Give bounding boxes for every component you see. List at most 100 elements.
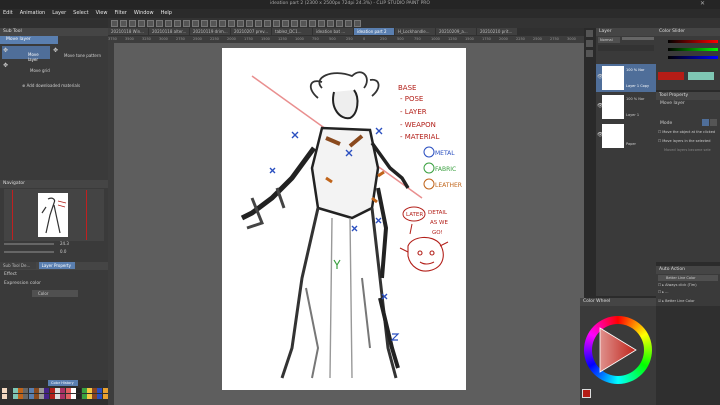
expression-color-select[interactable]: Color: [32, 290, 78, 297]
command-icon[interactable]: [309, 20, 316, 27]
menu-layer[interactable]: Layer: [52, 9, 66, 18]
color-history-swatch[interactable]: [23, 388, 29, 393]
saturation-triangle[interactable]: [596, 326, 640, 374]
r-slider[interactable]: [668, 40, 718, 43]
command-icon[interactable]: [345, 20, 352, 27]
command-icon[interactable]: [327, 20, 334, 27]
hue-ring[interactable]: [584, 316, 652, 384]
color-history-swatch[interactable]: [39, 388, 45, 393]
color-history-swatch[interactable]: [7, 394, 13, 399]
menu-animation[interactable]: Animation: [20, 9, 46, 18]
mode-button-2[interactable]: [710, 119, 717, 126]
command-icon[interactable]: [120, 20, 127, 27]
color-history-swatch[interactable]: [7, 388, 13, 393]
color-history-swatch[interactable]: [23, 394, 29, 399]
document-tab[interactable]: 20210118 Win...: [108, 28, 148, 35]
navigator-preview[interactable]: [4, 189, 104, 241]
action-item-better-line[interactable]: ☑ ▸ Better Line Color: [656, 298, 720, 306]
color-history-tab[interactable]: Color History: [48, 380, 78, 386]
command-icon[interactable]: [156, 20, 163, 27]
layer-row[interactable]: 👁 Paper: [596, 122, 656, 150]
command-icon[interactable]: [273, 20, 280, 27]
command-icon[interactable]: [264, 20, 271, 27]
menu-help[interactable]: Help: [161, 9, 172, 18]
rotate-slider[interactable]: [4, 251, 54, 253]
color-history-swatch[interactable]: [28, 388, 34, 393]
color-history-swatch[interactable]: [28, 394, 34, 399]
color-history-swatch[interactable]: [12, 388, 18, 393]
menu-select[interactable]: Select: [73, 9, 88, 18]
color-history-swatch[interactable]: [81, 394, 87, 399]
color-history-swatch[interactable]: [97, 394, 103, 399]
material-panel-icon[interactable]: [586, 50, 593, 57]
add-materials-link[interactable]: ⊕ Add downloaded materials: [22, 83, 80, 88]
command-icon[interactable]: [111, 20, 118, 27]
command-icon[interactable]: [192, 20, 199, 27]
tool-move-grid[interactable]: ✥ Move grid: [2, 61, 50, 74]
command-icon[interactable]: [282, 20, 289, 27]
color-history-swatch[interactable]: [76, 388, 82, 393]
rotate-value[interactable]: 0.0: [60, 249, 66, 254]
color-history-swatch[interactable]: [39, 394, 45, 399]
action-item[interactable]: ☐ ▸ ...: [658, 290, 668, 294]
command-icon[interactable]: [246, 20, 253, 27]
zoom-slider[interactable]: [4, 243, 54, 245]
tab-sub-tool-detail[interactable]: Sub Tool De...: [0, 262, 36, 269]
command-icon[interactable]: [237, 20, 244, 27]
menu-filter[interactable]: Filter: [114, 9, 126, 18]
color-history-swatch[interactable]: [70, 394, 76, 399]
command-icon[interactable]: [201, 20, 208, 27]
color-history-swatch[interactable]: [86, 394, 92, 399]
tool-move-tone-pattern[interactable]: ✥ Move tone pattern: [52, 46, 106, 59]
menu-view[interactable]: View: [96, 9, 108, 18]
color-history-swatch[interactable]: [65, 388, 71, 393]
command-icon[interactable]: [219, 20, 226, 27]
color-history-swatch[interactable]: [2, 394, 7, 399]
command-icon[interactable]: [300, 20, 307, 27]
color-history-swatch[interactable]: [44, 394, 50, 399]
color-history-swatch[interactable]: [81, 388, 87, 393]
command-icon[interactable]: [147, 20, 154, 27]
command-icon[interactable]: [129, 20, 136, 27]
current-color-chip[interactable]: [582, 389, 591, 398]
document-tab[interactable]: H_Lockhandle...: [395, 28, 435, 35]
color-history-swatch[interactable]: [49, 388, 55, 393]
document-tab[interactable]: tablez_DC1...: [272, 28, 312, 35]
command-icon[interactable]: [183, 20, 190, 27]
command-icon[interactable]: [318, 20, 325, 27]
document-tab[interactable]: ideation part 2: [354, 28, 394, 35]
color-history-swatch[interactable]: [33, 388, 39, 393]
auto-action-set-select[interactable]: Better Line Color: [658, 275, 718, 281]
zoom-value[interactable]: 24.3: [60, 241, 69, 246]
document-tab[interactable]: 20210210 prit...: [477, 28, 517, 35]
sub-color-swatch[interactable]: [688, 72, 714, 80]
command-icon[interactable]: [174, 20, 181, 27]
command-icon[interactable]: [228, 20, 235, 27]
main-color-swatch[interactable]: [658, 72, 684, 80]
color-history-swatch[interactable]: [55, 394, 60, 399]
document-tab[interactable]: 20210118 alter...: [149, 28, 189, 35]
option-move-clicked[interactable]: ☐ Move the object at the clicked: [658, 130, 715, 134]
command-icon[interactable]: [165, 20, 172, 27]
command-icon[interactable]: [255, 20, 262, 27]
command-icon[interactable]: [354, 20, 361, 27]
opacity-slider[interactable]: [622, 37, 654, 40]
color-history-swatch[interactable]: [86, 388, 92, 393]
document-tab[interactable]: 20210207 prev...: [231, 28, 271, 35]
close-icon[interactable]: ✕: [700, 0, 705, 7]
tool-move-layer[interactable]: ✥ Move layer: [2, 46, 50, 62]
color-history-swatch[interactable]: [2, 388, 7, 393]
layer-row[interactable]: 👁 100 % Nor Layer 1 Copy: [596, 64, 656, 92]
color-history-swatch[interactable]: [92, 394, 98, 399]
tab-layer-property[interactable]: Layer Property: [38, 262, 75, 269]
command-icon[interactable]: [291, 20, 298, 27]
mode-button-1[interactable]: [702, 119, 709, 126]
layer-row[interactable]: 👁 100 % Nor Layer 1: [596, 93, 656, 121]
color-history-swatch[interactable]: [44, 388, 50, 393]
option-move-selected[interactable]: ☐ Move layers in the selected: [658, 139, 710, 143]
blend-mode-select[interactable]: Normal: [598, 37, 620, 43]
color-history-swatch[interactable]: [17, 394, 23, 399]
color-history-swatch[interactable]: [102, 394, 108, 399]
g-slider[interactable]: [668, 48, 718, 51]
b-slider[interactable]: [668, 56, 718, 59]
